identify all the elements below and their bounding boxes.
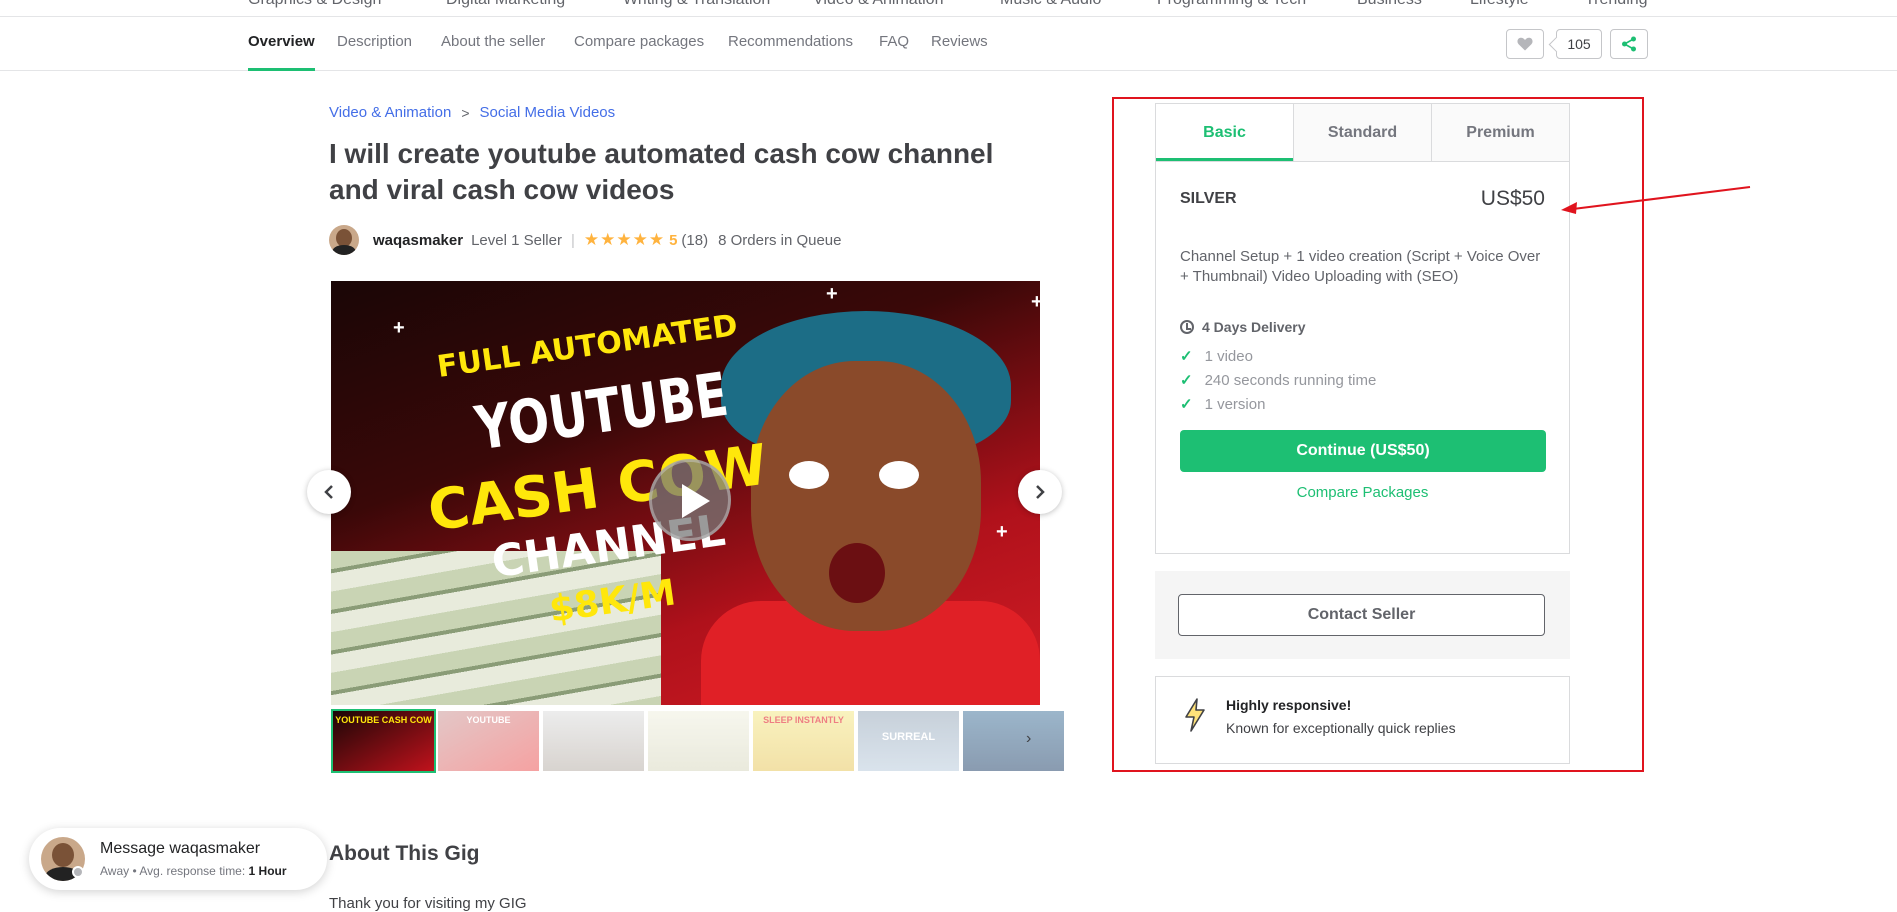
tab-compare-packages[interactable]: Compare packages bbox=[574, 17, 704, 71]
gallery-thumbnail[interactable] bbox=[963, 711, 1064, 771]
message-title: Message waqasmaker bbox=[100, 840, 261, 857]
rating-value: 5 bbox=[669, 231, 678, 249]
orders-in-queue: 8 Orders in Queue bbox=[718, 231, 842, 249]
gallery-thumbnails: YOUTUBE CASH COW YOUTUBE SLEEP INSTANTLY… bbox=[331, 709, 1064, 773]
category-link[interactable]: Programming & Tech bbox=[1157, 0, 1306, 9]
sparkle-icon: + bbox=[393, 317, 405, 339]
seller-overview: waqasmaker Level 1 Seller | ★★★★★ 5 (18)… bbox=[329, 224, 842, 256]
thumbnails-next-icon[interactable]: › bbox=[1026, 730, 1031, 748]
message-seller-bubble[interactable]: Message waqasmaker Away • Avg. response … bbox=[29, 828, 327, 890]
breadcrumb-category[interactable]: Video & Animation bbox=[329, 104, 451, 121]
tab-recommendations[interactable]: Recommendations bbox=[728, 17, 853, 71]
tab-overview[interactable]: Overview bbox=[248, 17, 315, 71]
review-count[interactable]: (18) bbox=[681, 232, 708, 249]
tab-reviews[interactable]: Reviews bbox=[931, 17, 988, 71]
chevron-left-icon bbox=[324, 485, 333, 499]
gallery-thumbnail[interactable] bbox=[543, 711, 644, 771]
breadcrumb: Video & Animation > Social Media Videos bbox=[329, 104, 615, 121]
gallery-prev-button[interactable] bbox=[307, 470, 351, 514]
tab-about-seller[interactable]: About the seller bbox=[441, 17, 545, 71]
about-gig-intro: Thank you for visiting my GIG bbox=[329, 895, 527, 912]
star-rating-icon: ★★★★★ bbox=[583, 230, 666, 249]
seller-name[interactable]: waqasmaker bbox=[373, 232, 463, 249]
breadcrumb-subcategory[interactable]: Social Media Videos bbox=[480, 104, 616, 121]
tab-faq[interactable]: FAQ bbox=[879, 17, 909, 71]
category-link[interactable]: Graphics & Design bbox=[248, 0, 381, 9]
category-link[interactable]: Video & Animation bbox=[813, 0, 943, 9]
category-link[interactable]: Business bbox=[1357, 0, 1422, 9]
like-count: 105 bbox=[1556, 29, 1602, 59]
category-link[interactable]: Trending bbox=[1585, 0, 1648, 9]
like-button[interactable] bbox=[1506, 29, 1544, 59]
share-icon bbox=[1622, 36, 1636, 52]
seller-level: Level 1 Seller bbox=[471, 231, 562, 249]
away-status: Away bbox=[100, 864, 130, 878]
category-link[interactable]: Digital Marketing bbox=[446, 0, 565, 9]
gig-title: I will create youtube automated cash cow… bbox=[329, 138, 994, 205]
share-button[interactable] bbox=[1610, 29, 1648, 59]
sparkle-icon: + bbox=[996, 521, 1008, 543]
sparkle-icon: + bbox=[1031, 291, 1040, 313]
gallery-thumbnail[interactable]: YOUTUBE CASH COW bbox=[331, 709, 436, 773]
mouth-graphic bbox=[829, 543, 885, 603]
gallery-thumbnail[interactable]: SURREAL bbox=[858, 711, 959, 771]
seller-avatar[interactable] bbox=[329, 225, 359, 255]
about-gig-heading: About This Gig bbox=[329, 842, 480, 865]
category-menu-strip: Graphics & Design Digital Marketing Writ… bbox=[0, 0, 1897, 17]
gallery-thumbnail[interactable]: SLEEP INSTANTLY bbox=[753, 711, 854, 771]
play-video-icon[interactable] bbox=[649, 459, 731, 541]
sparkle-icon: + bbox=[826, 283, 838, 305]
arrow-annotation-icon bbox=[1561, 186, 1751, 214]
category-link[interactable]: Music & Audio bbox=[1000, 0, 1101, 9]
eye-graphic bbox=[789, 461, 829, 489]
thumbnail-label: SURREAL bbox=[881, 731, 936, 743]
gallery-thumbnail[interactable] bbox=[648, 711, 749, 771]
chevron-right-icon bbox=[1036, 485, 1045, 499]
category-link[interactable]: Lifestyle bbox=[1470, 0, 1529, 9]
gallery-thumbnail[interactable]: YOUTUBE bbox=[438, 711, 539, 771]
eye-graphic bbox=[879, 461, 919, 489]
thumbnail-label: YOUTUBE bbox=[466, 715, 511, 725]
category-link[interactable]: Writing & Translation bbox=[623, 0, 770, 9]
response-label: Avg. response time: bbox=[139, 864, 246, 878]
thumbnail-label: SLEEP INSTANTLY bbox=[763, 715, 844, 725]
heart-icon bbox=[1517, 37, 1533, 51]
gig-gallery-main-image[interactable]: FULL AUTOMATED YOUTUBE CASH COW CHANNEL … bbox=[331, 281, 1040, 705]
divider: | bbox=[570, 231, 575, 249]
message-status-line: Away • Avg. response time: 1 Hour bbox=[100, 864, 287, 878]
tab-description[interactable]: Description bbox=[337, 17, 412, 71]
chevron-right-icon: > bbox=[461, 104, 470, 121]
gallery-next-button[interactable] bbox=[1018, 470, 1062, 514]
status-dot bbox=[72, 866, 84, 878]
thumbnail-label: YOUTUBE CASH COW bbox=[335, 715, 432, 725]
response-time: 1 Hour bbox=[248, 864, 287, 878]
